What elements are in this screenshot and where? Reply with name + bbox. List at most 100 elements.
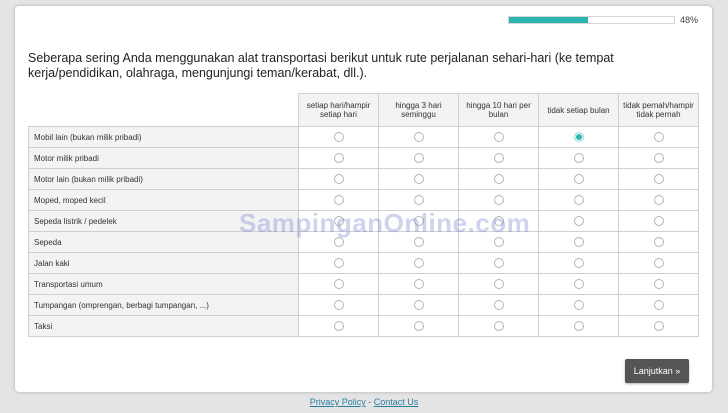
grid-cell	[378, 231, 459, 253]
grid-cell	[538, 210, 619, 232]
radio-button[interactable]	[413, 152, 424, 163]
radio-button[interactable]	[493, 131, 504, 142]
radio-button[interactable]	[573, 320, 584, 331]
radio-button[interactable]	[493, 236, 504, 247]
grid-cell	[298, 210, 379, 232]
grid-row: Mobil lain (bukan milik pribadi)	[28, 126, 699, 148]
footer: Privacy Policy - Contact Us	[0, 397, 728, 407]
radio-button[interactable]	[333, 278, 344, 289]
radio-button[interactable]	[493, 320, 504, 331]
survey-card: 48% Seberapa sering Anda menggunakan ala…	[15, 6, 712, 392]
radio-button[interactable]	[653, 236, 664, 247]
grid-cell	[538, 252, 619, 274]
radio-button[interactable]	[413, 299, 424, 310]
grid-cell	[458, 168, 539, 190]
grid-cell	[298, 252, 379, 274]
grid-row: Taksi	[28, 315, 699, 337]
radio-button[interactable]	[653, 131, 664, 142]
radio-button[interactable]	[413, 131, 424, 142]
grid-cell	[618, 231, 699, 253]
radio-button[interactable]	[493, 299, 504, 310]
grid-cell	[458, 126, 539, 148]
row-label: Motor lain (bukan milik pribadi)	[28, 168, 299, 190]
grid-cell	[378, 147, 459, 169]
grid-cell	[538, 126, 619, 148]
progress-fill	[509, 17, 589, 23]
radio-button[interactable]	[493, 215, 504, 226]
radio-button[interactable]	[653, 215, 664, 226]
radio-button[interactable]	[333, 236, 344, 247]
column-header: tidak pernah/hampir tidak pernah	[618, 93, 699, 127]
grid-cell	[458, 273, 539, 295]
radio-button[interactable]	[493, 257, 504, 268]
grid-cell	[458, 294, 539, 316]
grid-row: Transportasi umum	[28, 273, 699, 295]
radio-button-selected[interactable]	[573, 131, 584, 142]
grid-cell	[298, 168, 379, 190]
row-label: Taksi	[28, 315, 299, 337]
radio-button[interactable]	[413, 173, 424, 184]
grid-row: Sepeda	[28, 231, 699, 253]
grid-cell	[458, 189, 539, 211]
radio-button[interactable]	[573, 278, 584, 289]
radio-button[interactable]	[573, 299, 584, 310]
radio-button[interactable]	[653, 194, 664, 205]
radio-button[interactable]	[493, 194, 504, 205]
radio-button[interactable]	[333, 152, 344, 163]
column-header: tidak setiap bulan	[538, 93, 619, 127]
column-header: hingga 10 hari per bulan	[458, 93, 539, 127]
radio-button[interactable]	[573, 236, 584, 247]
radio-button[interactable]	[653, 173, 664, 184]
radio-button[interactable]	[413, 257, 424, 268]
grid-cell	[298, 294, 379, 316]
column-header: hingga 3 hari seminggu	[378, 93, 459, 127]
radio-button[interactable]	[413, 194, 424, 205]
grid-row: Tumpangan (omprengan, berbagi tumpangan,…	[28, 294, 699, 316]
grid-cell	[618, 252, 699, 274]
radio-button[interactable]	[413, 278, 424, 289]
next-button[interactable]: Lanjutkan »	[625, 359, 689, 383]
grid-cell	[458, 210, 539, 232]
radio-button[interactable]	[413, 215, 424, 226]
progress-bar	[508, 16, 675, 24]
radio-button[interactable]	[333, 299, 344, 310]
radio-button[interactable]	[493, 173, 504, 184]
radio-button[interactable]	[653, 320, 664, 331]
radio-button[interactable]	[333, 131, 344, 142]
grid-cell	[538, 294, 619, 316]
radio-button[interactable]	[653, 299, 664, 310]
radio-button[interactable]	[573, 215, 584, 226]
radio-button[interactable]	[333, 173, 344, 184]
grid-cell	[618, 315, 699, 337]
radio-button[interactable]	[573, 194, 584, 205]
contact-us-link[interactable]: Contact Us	[374, 397, 419, 407]
radio-button[interactable]	[333, 215, 344, 226]
radio-button[interactable]	[573, 152, 584, 163]
grid-cell	[378, 315, 459, 337]
radio-button[interactable]	[653, 278, 664, 289]
grid-row: Sepeda listrik / pedelek	[28, 210, 699, 232]
grid-cell	[378, 252, 459, 274]
radio-button[interactable]	[413, 236, 424, 247]
radio-button[interactable]	[493, 152, 504, 163]
row-label: Motor milik pribadi	[28, 147, 299, 169]
grid-cell	[298, 273, 379, 295]
grid-header-row: setiap hari/hampir setiap hari hingga 3 …	[28, 93, 699, 127]
radio-button[interactable]	[653, 152, 664, 163]
privacy-policy-link[interactable]: Privacy Policy	[310, 397, 366, 407]
row-label: Transportasi umum	[28, 273, 299, 295]
grid-cell	[378, 294, 459, 316]
grid-cell	[538, 147, 619, 169]
row-label: Tumpangan (omprengan, berbagi tumpangan,…	[28, 294, 299, 316]
radio-button[interactable]	[333, 257, 344, 268]
grid-row: Motor milik pribadi	[28, 147, 699, 169]
radio-button[interactable]	[333, 194, 344, 205]
grid-cell	[378, 273, 459, 295]
radio-button[interactable]	[493, 278, 504, 289]
radio-button[interactable]	[413, 320, 424, 331]
radio-button[interactable]	[573, 173, 584, 184]
radio-button[interactable]	[573, 257, 584, 268]
radio-button[interactable]	[333, 320, 344, 331]
radio-button[interactable]	[653, 257, 664, 268]
row-label: Moped, moped kecil	[28, 189, 299, 211]
